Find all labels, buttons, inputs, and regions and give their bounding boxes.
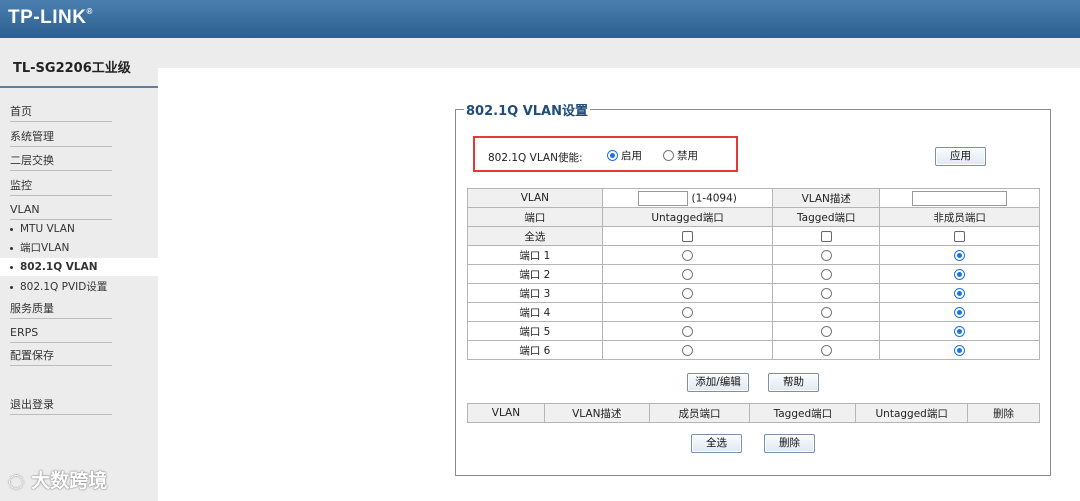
help-button[interactable]: 帮助	[768, 373, 819, 392]
sidebar-subitem-8021q-vlan[interactable]: 802.1Q VLAN	[0, 258, 158, 276]
table-row: 端口 6	[467, 340, 1040, 360]
device-model: TL-SG2206工业级	[0, 38, 158, 88]
nonmember-radio[interactable]	[954, 306, 966, 318]
vlan-list-table: VLAN VLAN描述 成员端口 Tagged端口 Untagged端口 删除	[467, 403, 1040, 423]
port-label: 端口 2	[467, 264, 603, 284]
tagged-radio[interactable]	[820, 325, 832, 337]
col-port: 端口	[467, 207, 603, 227]
vlan-config-table: VLAN (1-4094) VLAN描述 端口 Untagged端口 Tagge…	[467, 188, 1040, 360]
nonmember-radio[interactable]	[954, 287, 966, 299]
nonmember-radio[interactable]	[954, 268, 966, 280]
table-row: 端口 5	[467, 321, 1040, 341]
enable-on-radio[interactable]	[607, 150, 618, 161]
untagged-radio[interactable]	[682, 249, 694, 261]
list-col-desc: VLAN描述	[543, 403, 650, 423]
port-label: 端口 6	[467, 340, 603, 360]
untagged-radio[interactable]	[682, 344, 694, 356]
sidebar-item-l2-switching[interactable]: 二层交换	[10, 153, 112, 171]
panel-title: 802.1Q VLAN设置	[466, 104, 588, 119]
table-row: 端口 4	[467, 302, 1040, 322]
delete-button[interactable]: 删除	[764, 434, 815, 453]
port-label: 端口 3	[467, 283, 603, 303]
nonmember-radio[interactable]	[954, 249, 966, 261]
sidebar-subitem-port-vlan[interactable]: 端口VLAN	[10, 239, 158, 257]
select-all-label: 全选	[467, 226, 603, 246]
select-all-row: 全选	[467, 226, 1040, 246]
col-untagged: Untagged端口	[601, 207, 774, 227]
enable-off-radio[interactable]	[663, 150, 674, 161]
table-header-row: VLAN VLAN描述 成员端口 Tagged端口 Untagged端口 删除	[467, 403, 1040, 423]
nonmember-radio[interactable]	[954, 344, 966, 356]
vlan-range-hint: (1-4094)	[691, 192, 737, 204]
list-col-vlan: VLAN	[467, 403, 545, 423]
sidebar-item-erps[interactable]: ERPS	[10, 325, 112, 343]
top-header: TP-LINK®	[0, 0, 1080, 38]
table-row: VLAN (1-4094) VLAN描述	[467, 188, 1040, 208]
watermark-logo-icon: ◌	[8, 470, 25, 492]
sidebar-item-system[interactable]: 系统管理	[10, 129, 112, 147]
select-all-nonmember-checkbox[interactable]	[954, 230, 966, 242]
port-label: 端口 1	[467, 245, 603, 265]
port-label: 端口 4	[467, 302, 603, 322]
watermark: ◌ 大数跨境	[8, 470, 108, 492]
nonmember-radio[interactable]	[954, 325, 966, 337]
sidebar-subitem-pvid-settings[interactable]: 802.1Q PVID设置	[10, 278, 158, 296]
bullet-icon	[10, 265, 13, 269]
tagged-radio[interactable]	[820, 287, 832, 299]
bullet-icon	[10, 246, 13, 250]
sidebar-item-logout[interactable]: 退出登录	[10, 397, 112, 415]
table-row: 端口 2	[467, 264, 1040, 284]
list-col-tagged: Tagged端口	[749, 403, 857, 423]
vlan-desc-label: VLAN描述	[772, 188, 881, 208]
enable-label: 802.1Q VLAN使能:	[488, 152, 583, 164]
table-row: 端口 1	[467, 245, 1040, 265]
enable-on-option[interactable]: 启用	[607, 148, 642, 163]
untagged-radio[interactable]	[682, 325, 694, 337]
untagged-radio[interactable]	[682, 287, 694, 299]
col-nonmember: 非成员端口	[879, 207, 1040, 227]
vlan-id-label: VLAN	[467, 188, 603, 208]
sidebar-item-vlan[interactable]: VLAN	[10, 202, 112, 220]
select-all-button[interactable]: 全选	[691, 434, 742, 453]
sidebar-item-monitor[interactable]: 监控	[10, 178, 112, 196]
add-edit-button[interactable]: 添加/编辑	[687, 373, 749, 392]
select-all-untagged-checkbox[interactable]	[682, 230, 694, 242]
sidebar-item-save-config[interactable]: 配置保存	[10, 348, 112, 366]
bullet-icon	[10, 285, 13, 289]
col-tagged: Tagged端口	[772, 207, 881, 227]
vlan-id-input[interactable]	[638, 190, 689, 206]
bullet-icon	[10, 227, 13, 231]
table-header-row: 端口 Untagged端口 Tagged端口 非成员端口	[467, 207, 1040, 227]
select-all-tagged-checkbox[interactable]	[820, 230, 832, 242]
enable-off-option[interactable]: 禁用	[663, 148, 698, 163]
sidebar-subitem-mtu-vlan[interactable]: MTU VLAN	[10, 220, 158, 238]
header-strip	[158, 38, 1080, 68]
list-col-untagged: Untagged端口	[855, 403, 969, 423]
untagged-radio[interactable]	[682, 306, 694, 318]
tp-link-logo: TP-LINK®	[8, 7, 93, 28]
sidebar-item-home[interactable]: 首页	[10, 104, 112, 122]
list-col-members: 成员端口	[648, 403, 751, 423]
sidebar-item-qos[interactable]: 服务质量	[10, 301, 112, 319]
tagged-radio[interactable]	[820, 249, 832, 261]
tagged-radio[interactable]	[820, 344, 832, 356]
vlan-desc-input[interactable]	[912, 190, 1008, 206]
tagged-radio[interactable]	[820, 306, 832, 318]
list-col-delete: 删除	[967, 403, 1040, 423]
tagged-radio[interactable]	[820, 268, 832, 280]
table-row: 端口 3	[467, 283, 1040, 303]
untagged-radio[interactable]	[682, 268, 694, 280]
apply-button[interactable]: 应用	[935, 147, 986, 166]
port-label: 端口 5	[467, 321, 603, 341]
